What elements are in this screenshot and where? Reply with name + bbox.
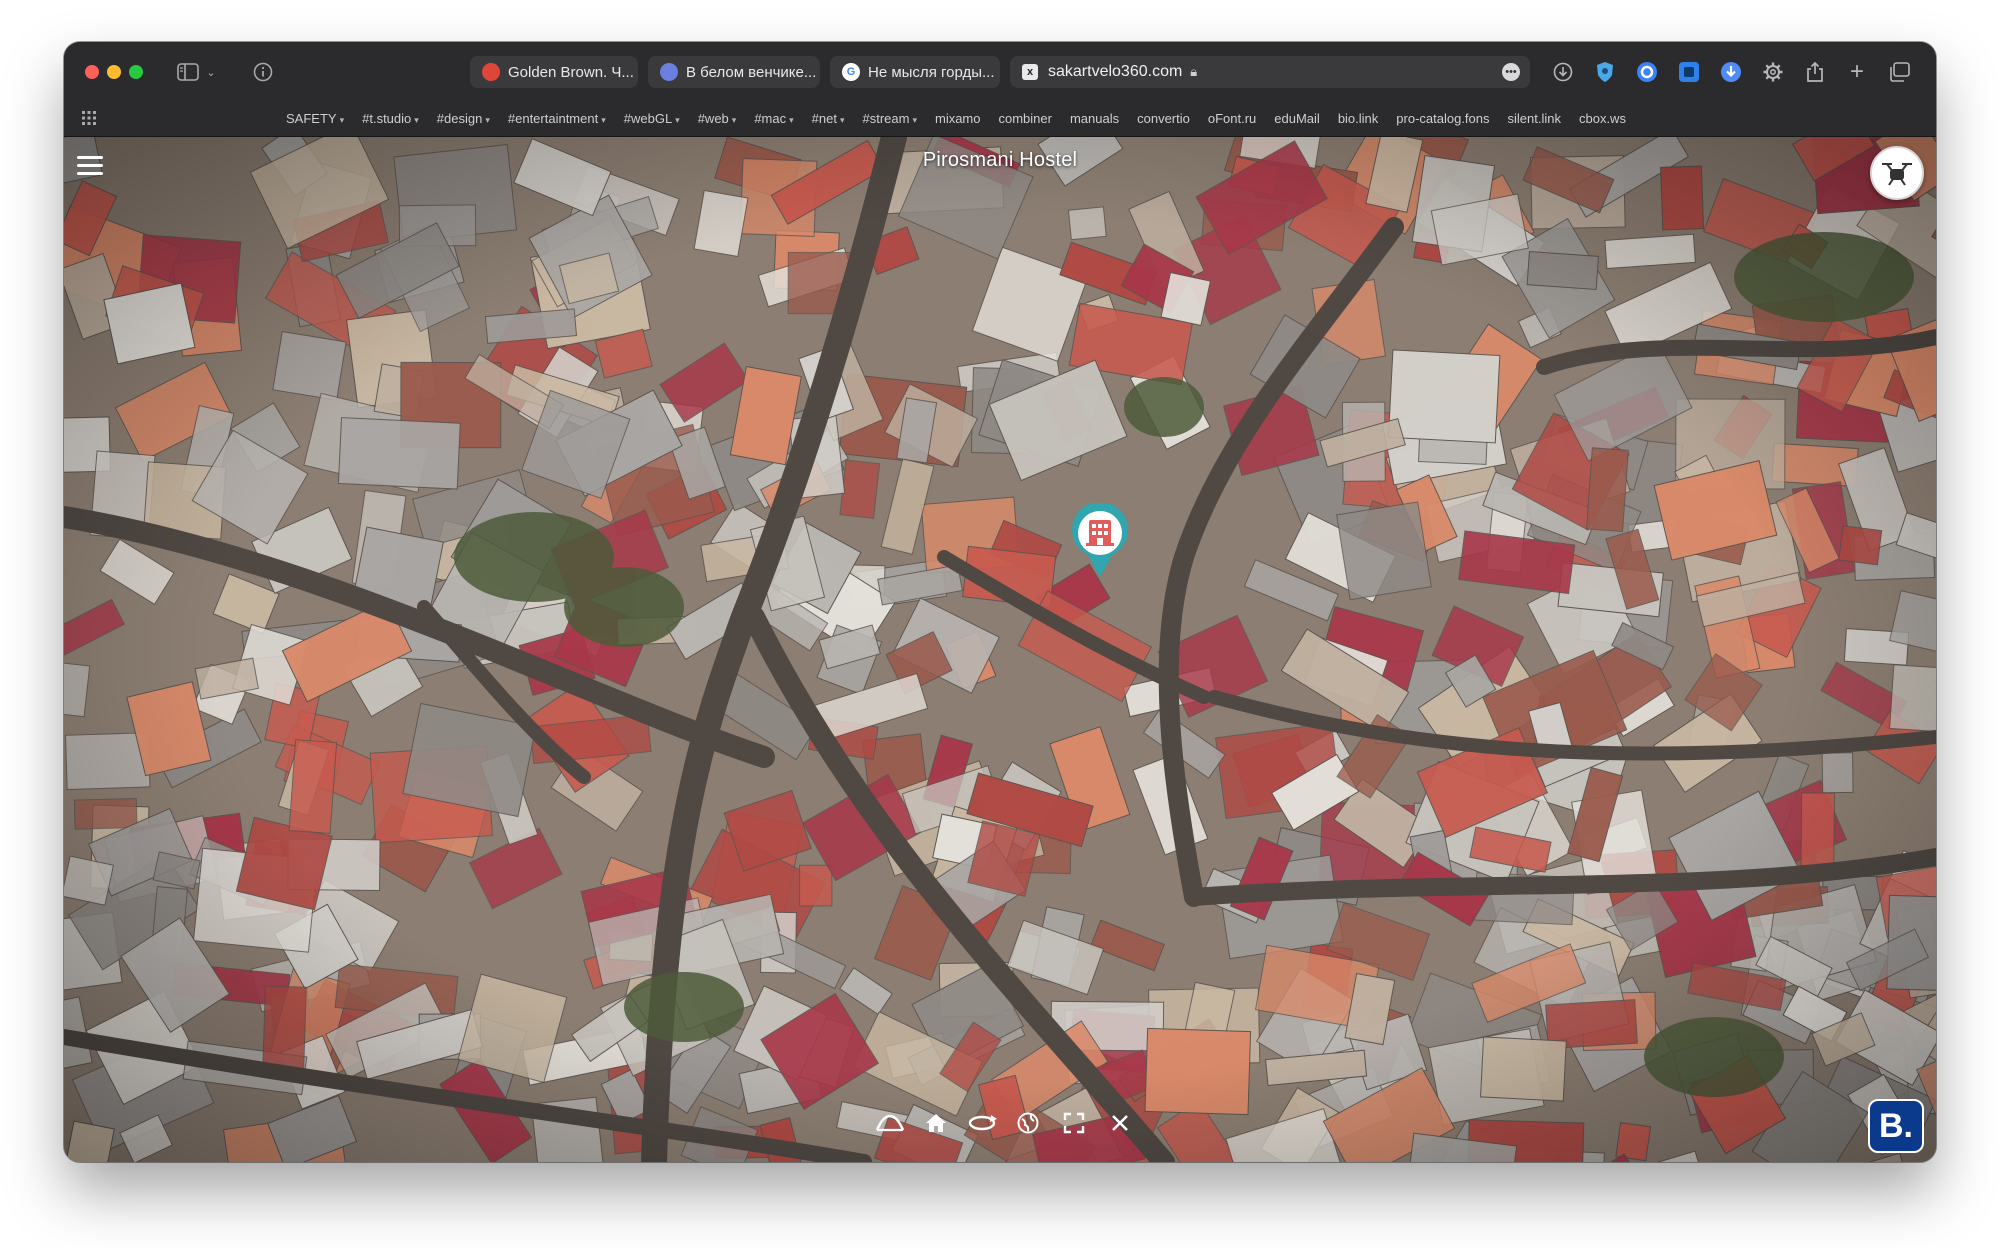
chevron-down-icon: ▾: [414, 114, 419, 125]
bookmark-edumail[interactable]: eduMail: [1274, 111, 1320, 126]
person-icon: [660, 63, 678, 81]
save-extension-icon[interactable]: [1718, 59, 1744, 85]
place-title: Pirosmani Hostel: [922, 149, 1078, 171]
square-extension-icon[interactable]: [1676, 59, 1702, 85]
bookmark-folder-stream[interactable]: #stream ▾: [862, 111, 917, 126]
chevron-down-icon: ▾: [912, 114, 917, 125]
chevron-down-icon: ▾: [339, 114, 345, 125]
zoom-window-button[interactable]: [129, 65, 143, 79]
bookmark-folder-mac[interactable]: #mac ▾: [754, 111, 793, 126]
bookmark-folder-net[interactable]: #net ▾: [812, 111, 845, 126]
gear-icon[interactable]: [1760, 59, 1786, 85]
bookmark-manuals[interactable]: manuals: [1070, 111, 1119, 126]
chevron-down-icon[interactable]: ⌄: [204, 60, 218, 84]
bookmark-folder-t-studio[interactable]: #t.studio ▾: [362, 111, 419, 126]
bookmark-bio-link[interactable]: bio.link: [1338, 111, 1378, 126]
tab-title: Golden Brown. Ч...: [508, 63, 634, 81]
bookmarks-bar: SAFETY ▾ #t.studio ▾ #design ▾ #entertaintm…: [64, 100, 1936, 137]
aerial-city-photo[interactable]: [64, 137, 1936, 1162]
tab-title: Не мысля горды...: [868, 63, 995, 81]
chevron-down-icon: ▾: [731, 114, 737, 125]
tab-ne-myslya-gordy[interactable]: G Не мысля горды...: [830, 56, 1000, 88]
bookmark-ofont[interactable]: oFont.ru: [1208, 111, 1256, 126]
close-icon[interactable]: [1102, 1105, 1138, 1141]
chevron-down-icon: ▾: [789, 114, 794, 125]
tab-overview-icon[interactable]: [1886, 59, 1912, 85]
bookmark-pro-catalog[interactable]: pro-catalog.fons: [1396, 111, 1489, 126]
bookmark-cbox[interactable]: cbox.ws: [1579, 111, 1626, 126]
download-icon[interactable]: [1550, 59, 1576, 85]
drone-icon[interactable]: [1870, 146, 1924, 200]
bookmark-silent-link[interactable]: silent.link: [1508, 111, 1561, 126]
home-icon[interactable]: [918, 1105, 954, 1141]
more-options-icon[interactable]: •••: [1502, 63, 1520, 81]
bookmark-combiner[interactable]: combiner: [999, 111, 1052, 126]
minimize-window-button[interactable]: [107, 65, 121, 79]
booking-button[interactable]: B.: [1868, 1099, 1924, 1153]
bookmark-folder-web[interactable]: #web ▾: [698, 111, 737, 126]
apps-grid-icon[interactable]: [82, 111, 96, 125]
bookmark-folder-entertaintment[interactable]: #entertaintment ▾: [508, 111, 606, 126]
chevron-down-icon: ▾: [485, 114, 490, 125]
browser-titlebar: ⌄ Golden Brown. Ч... В белом венчике... …: [64, 42, 1936, 101]
chevron-down-icon: ▾: [675, 114, 680, 125]
info-icon[interactable]: [250, 60, 276, 84]
google-icon: G: [842, 63, 860, 81]
site-favicon-icon: x: [1022, 64, 1038, 80]
bookmark-mixamo[interactable]: mixamo: [935, 111, 981, 126]
chevron-down-icon: ▾: [839, 114, 845, 125]
tab-golden-brown[interactable]: Golden Brown. Ч...: [470, 56, 638, 88]
hotel-location-pin-icon[interactable]: [1070, 503, 1130, 579]
shield-extension-icon[interactable]: [1592, 59, 1618, 85]
close-window-button[interactable]: [85, 65, 99, 79]
bookmark-convertio[interactable]: convertio: [1137, 111, 1190, 126]
rotate-icon[interactable]: [964, 1105, 1000, 1141]
share-icon[interactable]: [1802, 59, 1828, 85]
circle-extension-icon[interactable]: [1634, 59, 1660, 85]
viewer-controls: [872, 1103, 1138, 1143]
chevron-down-icon: ▾: [601, 114, 606, 125]
bookmark-folder-webgl[interactable]: #webGL ▾: [624, 111, 680, 126]
panorama-viewer[interactable]: Pirosmani Hostel B.: [64, 137, 1936, 1162]
red-bubble-icon: [482, 63, 500, 81]
address-url: sakartvelo360.com: [1048, 63, 1183, 80]
sidebar-toggle-icon[interactable]: [174, 60, 202, 84]
new-tab-icon[interactable]: +: [1844, 58, 1870, 85]
bookmark-folder-safety[interactable]: SAFETY ▾: [286, 111, 344, 126]
tab-v-belom-venchike[interactable]: В белом венчике...: [648, 56, 820, 88]
bookmark-list: SAFETY ▾ #t.studio ▾ #design ▾ #entertaintm…: [286, 100, 1626, 136]
tab-title: В белом венчике...: [686, 63, 817, 81]
fullscreen-icon[interactable]: [1056, 1105, 1092, 1141]
lock-icon: 🔒︎: [1190, 64, 1198, 79]
bridge-icon[interactable]: [872, 1105, 908, 1141]
bookmark-folder-design[interactable]: #design ▾: [437, 111, 490, 126]
globe-icon[interactable]: [1010, 1105, 1046, 1141]
address-bar[interactable]: x sakartvelo360.com 🔒︎ •••: [1010, 56, 1530, 88]
browser-window: ⌄ Golden Brown. Ч... В белом венчике... …: [64, 42, 1936, 1162]
